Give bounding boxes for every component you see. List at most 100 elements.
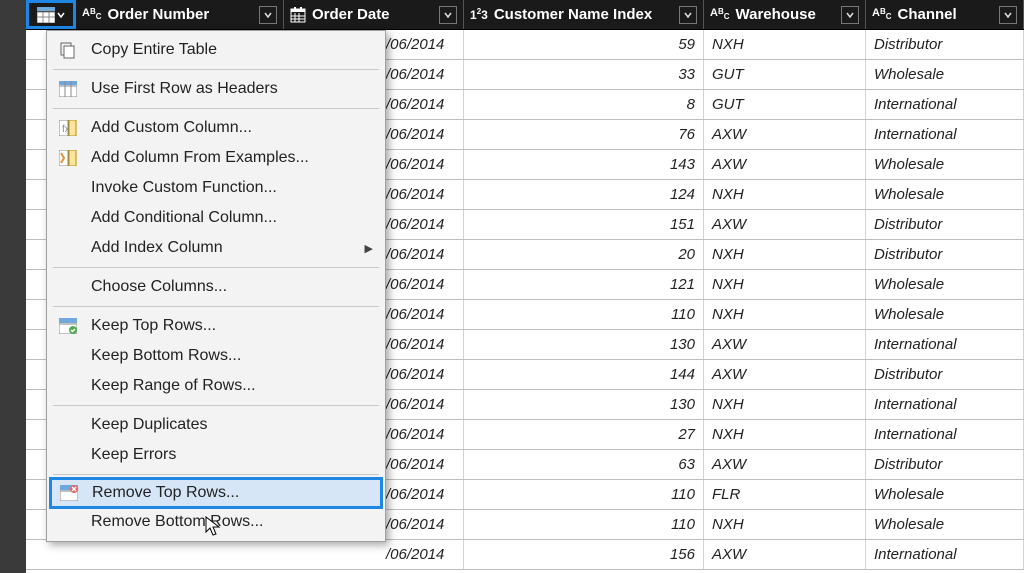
filter-dropdown-icon[interactable]	[999, 6, 1017, 24]
cell-customer-index: 110	[464, 300, 704, 329]
menu-label: Keep Range of Rows...	[91, 377, 373, 395]
blank-icon	[57, 512, 79, 532]
menu-remove-top-rows[interactable]: Remove Top Rows...	[49, 477, 383, 509]
cell-channel: Wholesale	[866, 150, 1024, 179]
cell-warehouse: AXW	[704, 210, 866, 239]
filter-dropdown-icon[interactable]	[679, 6, 697, 24]
menu-label: Add Conditional Column...	[91, 209, 373, 227]
cell-warehouse: AXW	[704, 360, 866, 389]
cell-customer-index: 110	[464, 480, 704, 509]
table-menu-button[interactable]	[26, 0, 76, 29]
menu-keep-top-rows[interactable]: Keep Top Rows...	[47, 311, 385, 341]
cell-warehouse: NXH	[704, 240, 866, 269]
menu-label: Use First Row as Headers	[91, 80, 373, 98]
number-type-icon: 123	[470, 7, 488, 22]
menu-copy-entire-table[interactable]: Copy Entire Table	[47, 35, 385, 65]
filter-dropdown-icon[interactable]	[259, 6, 277, 24]
column-label: Order Number	[108, 6, 210, 23]
column-header-channel[interactable]: ABC Channel	[866, 0, 1024, 29]
chevron-down-icon	[57, 11, 65, 19]
cell-channel: Distributor	[866, 450, 1024, 479]
table-row[interactable]: /06/2014156AXWInternational	[26, 540, 1024, 570]
menu-separator	[53, 306, 379, 307]
cell-warehouse: NXH	[704, 390, 866, 419]
cell-customer-index: 121	[464, 270, 704, 299]
cell-warehouse: FLR	[704, 480, 866, 509]
table-context-menu: Copy Entire Table Use First Row as Heade…	[46, 30, 386, 542]
menu-keep-range-of-rows[interactable]: Keep Range of Rows...	[47, 371, 385, 401]
menu-label: Add Index Column	[91, 239, 353, 257]
cell-channel: International	[866, 120, 1024, 149]
menu-add-custom-column[interactable]: fx Add Custom Column...	[47, 113, 385, 143]
menu-label: Keep Errors	[91, 446, 373, 464]
menu-keep-errors[interactable]: Keep Errors	[47, 440, 385, 470]
cell-channel: International	[866, 330, 1024, 359]
cell-customer-index: 124	[464, 180, 704, 209]
menu-add-index-column[interactable]: Add Index Column ▶	[47, 233, 385, 263]
cell-channel: Distributor	[866, 30, 1024, 59]
cell-customer-index: 151	[464, 210, 704, 239]
menu-label: Keep Bottom Rows...	[91, 347, 373, 365]
menu-separator	[53, 267, 379, 268]
menu-separator	[53, 405, 379, 406]
cell-channel: Wholesale	[866, 270, 1024, 299]
cell-warehouse: GUT	[704, 90, 866, 119]
menu-label: Keep Duplicates	[91, 416, 373, 434]
cell-channel: International	[866, 420, 1024, 449]
cell-warehouse: NXH	[704, 300, 866, 329]
cell-customer-index: 20	[464, 240, 704, 269]
keep-rows-icon	[57, 316, 79, 336]
menu-label: Remove Bottom Rows...	[91, 513, 373, 531]
cell-channel: Distributor	[866, 360, 1024, 389]
menu-remove-bottom-rows[interactable]: Remove Bottom Rows...	[47, 507, 385, 537]
menu-use-first-row-as-headers[interactable]: Use First Row as Headers	[47, 74, 385, 104]
column-header-order-date[interactable]: Order Date	[284, 0, 464, 29]
cell-warehouse: AXW	[704, 450, 866, 479]
menu-invoke-custom-function[interactable]: Invoke Custom Function...	[47, 173, 385, 203]
column-header-order-number[interactable]: ABC Order Number	[76, 0, 284, 29]
cell-customer-index: 76	[464, 120, 704, 149]
cell-order-date: /06/2014	[26, 540, 464, 569]
column-header-warehouse[interactable]: ABC Warehouse	[704, 0, 866, 29]
menu-add-conditional-column[interactable]: Add Conditional Column...	[47, 203, 385, 233]
menu-label: Add Custom Column...	[91, 119, 373, 137]
cell-warehouse: AXW	[704, 120, 866, 149]
column-header-row: ABC Order Number Order Date 123 Customer…	[26, 0, 1024, 30]
filter-dropdown-icon[interactable]	[841, 6, 859, 24]
cell-channel: Wholesale	[866, 480, 1024, 509]
cell-channel: Wholesale	[866, 300, 1024, 329]
blank-icon	[57, 277, 79, 297]
date-type-icon	[290, 7, 306, 23]
cell-warehouse: NXH	[704, 270, 866, 299]
cell-customer-index: 130	[464, 330, 704, 359]
blank-icon	[57, 178, 79, 198]
menu-label: Keep Top Rows...	[91, 317, 373, 335]
column-label: Customer Name Index	[494, 6, 652, 23]
text-type-icon: ABC	[710, 7, 730, 21]
cell-channel: International	[866, 90, 1024, 119]
remove-rows-icon	[58, 483, 80, 503]
menu-label: Invoke Custom Function...	[91, 179, 373, 197]
cell-channel: Wholesale	[866, 60, 1024, 89]
menu-choose-columns[interactable]: Choose Columns...	[47, 272, 385, 302]
menu-label: Copy Entire Table	[91, 41, 373, 59]
submenu-arrow-icon: ▶	[365, 242, 373, 255]
cell-channel: Distributor	[866, 240, 1024, 269]
cell-channel: Wholesale	[866, 510, 1024, 539]
cell-customer-index: 143	[464, 150, 704, 179]
cell-warehouse: AXW	[704, 540, 866, 569]
cell-warehouse: AXW	[704, 330, 866, 359]
cell-warehouse: NXH	[704, 420, 866, 449]
filter-dropdown-icon[interactable]	[439, 6, 457, 24]
column-header-customer-name-index[interactable]: 123 Customer Name Index	[464, 0, 704, 29]
menu-add-column-from-examples[interactable]: Add Column From Examples...	[47, 143, 385, 173]
menu-separator	[53, 474, 379, 475]
cell-channel: International	[866, 540, 1024, 569]
blank-icon	[57, 346, 79, 366]
menu-keep-bottom-rows[interactable]: Keep Bottom Rows...	[47, 341, 385, 371]
menu-keep-duplicates[interactable]: Keep Duplicates	[47, 410, 385, 440]
custom-column-icon: fx	[57, 118, 79, 138]
column-label: Order Date	[312, 6, 390, 23]
examples-column-icon	[57, 148, 79, 168]
cell-warehouse: AXW	[704, 150, 866, 179]
